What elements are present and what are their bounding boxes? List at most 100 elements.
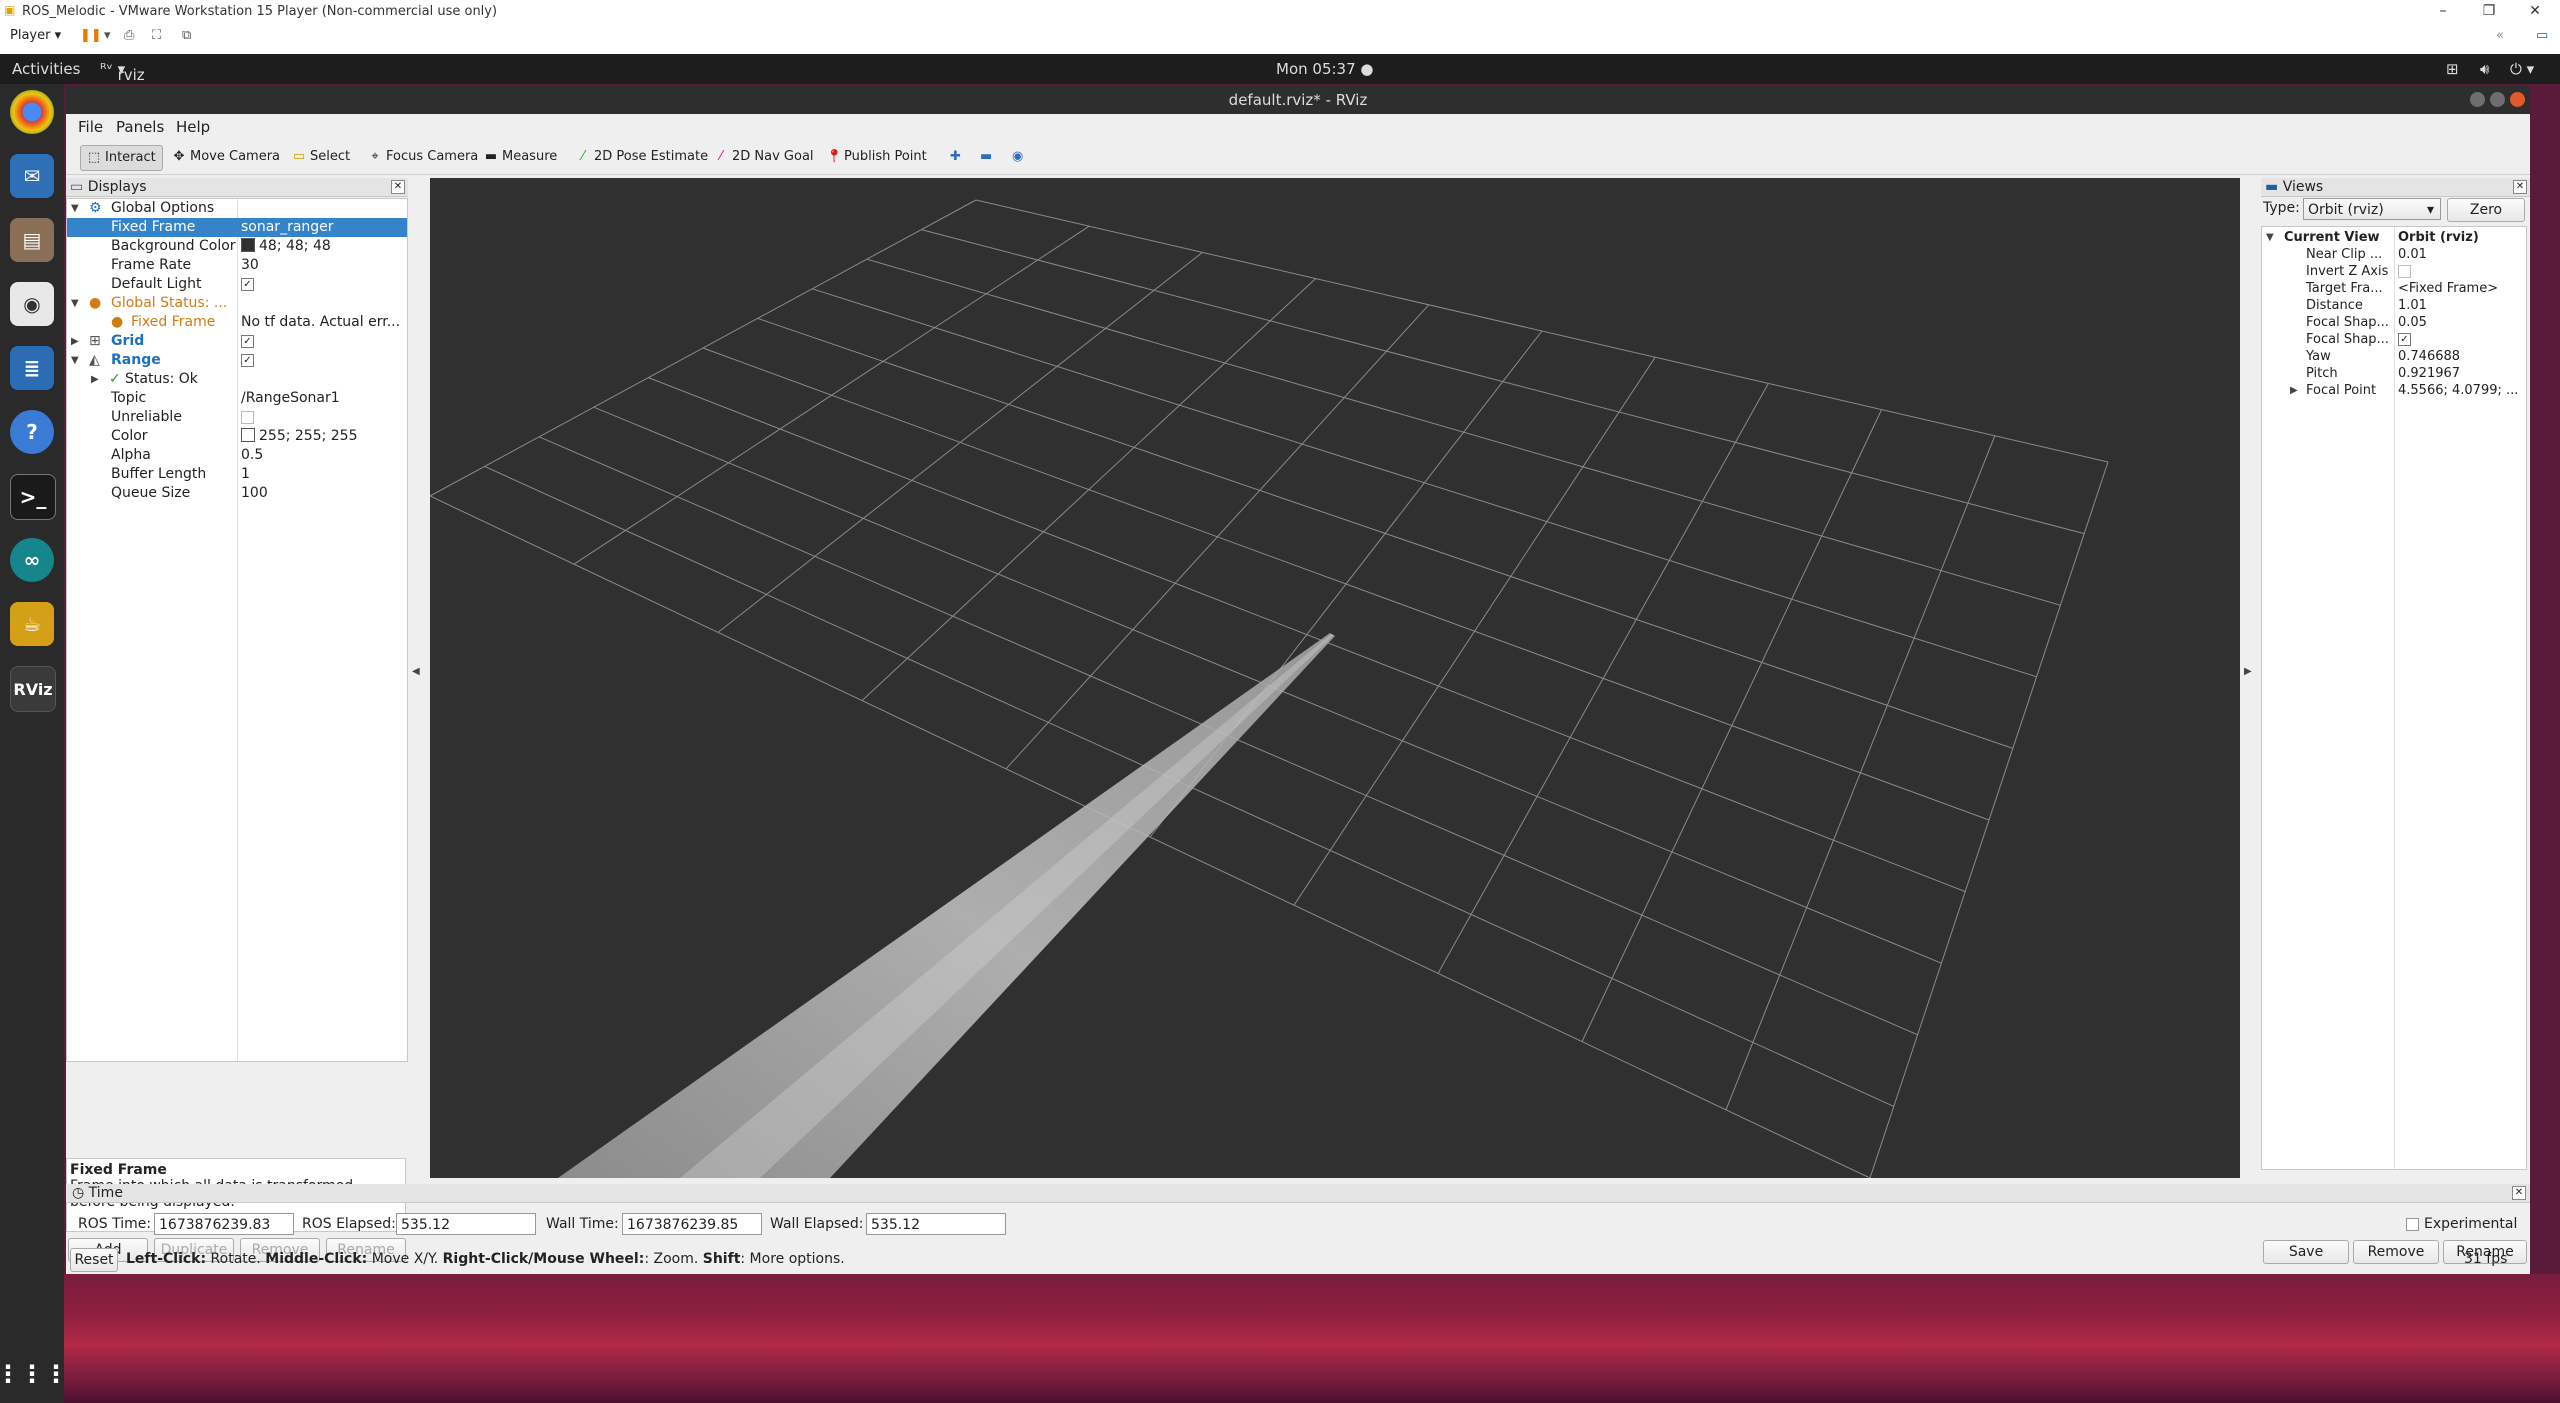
row-value[interactable]: 48; 48; 48 — [241, 237, 403, 256]
pause-dropdown-icon[interactable]: ▾ — [104, 28, 111, 43]
unreliable-checkbox[interactable] — [241, 411, 254, 424]
send-keys-icon[interactable]: ⎙ — [124, 28, 134, 43]
power-icon[interactable]: ⏻ ▾ — [2510, 60, 2534, 78]
show-apps-icon[interactable]: ⋮⋮⋮ — [0, 1352, 68, 1396]
row-value[interactable]: 1.01 — [2398, 297, 2524, 314]
app-menu[interactable]: ᴿᵛ rviz ▾ — [100, 60, 145, 84]
view-row-focal-shape-fixed[interactable]: Focal Shap... ✓ — [2262, 331, 2526, 348]
menu-file[interactable]: File — [78, 118, 103, 136]
expand-down-icon[interactable]: ▼ — [71, 351, 79, 370]
pause-icon[interactable]: ❚❚ — [80, 28, 102, 43]
add-tool-icon[interactable]: ✚ — [944, 145, 967, 169]
chrome-icon[interactable] — [10, 90, 54, 134]
row-value[interactable]: 100 — [241, 484, 403, 503]
tree-row-global-status[interactable]: ▼ ● Global Status: ... — [67, 294, 407, 313]
view-row-target-frame[interactable]: Target Fra... <Fixed Frame> — [2262, 280, 2526, 297]
rhythmbox-icon[interactable]: ◉ — [10, 282, 54, 326]
displays-close-icon[interactable]: ✕ — [391, 180, 405, 194]
network-icon[interactable]: ⊞ — [2446, 60, 2459, 78]
expand-down-icon[interactable]: ▼ — [71, 294, 79, 313]
tree-row-default-light[interactable]: Default Light ✓ — [67, 275, 407, 294]
row-value[interactable]: 0.5 — [241, 446, 403, 465]
wall-elapsed-field[interactable]: 535.12 — [866, 1213, 1006, 1235]
host-minimize-button[interactable]: – — [2420, 0, 2466, 22]
tree-row-grid[interactable]: ▶ ⊞ Grid ✓ — [67, 332, 407, 351]
arduino-icon[interactable]: ∞ — [10, 538, 54, 582]
view-row-near-clip[interactable]: Near Clip ... 0.01 — [2262, 246, 2526, 263]
view-row-focal-shape-size[interactable]: Focal Shap... 0.05 — [2262, 314, 2526, 331]
teapot-icon[interactable]: ☕ — [10, 602, 54, 646]
tree-row-topic[interactable]: Topic /RangeSonar1 — [67, 389, 407, 408]
tree-row-fixed-frame-status[interactable]: ● Fixed Frame No tf data. Actual err... — [67, 313, 407, 332]
tool-properties-icon[interactable]: ◉ — [1006, 145, 1029, 169]
select-tool[interactable]: ▭ Select — [286, 145, 356, 169]
tree-row-queue-size[interactable]: Queue Size 100 — [67, 484, 407, 503]
expand-right-icon[interactable]: ▶ — [2290, 382, 2298, 399]
default-light-checkbox[interactable]: ✓ — [241, 278, 254, 291]
row-value[interactable]: 255; 255; 255 — [241, 427, 403, 446]
views-close-icon[interactable]: ✕ — [2513, 180, 2527, 194]
tree-row-color[interactable]: Color 255; 255; 255 — [67, 427, 407, 446]
unity-icon[interactable]: ⧉ — [182, 28, 191, 43]
expand-right-icon[interactable]: ▶ — [71, 332, 79, 351]
fullscreen-icon[interactable]: ⛶ — [152, 28, 161, 43]
tree-row-background-color[interactable]: Background Color 48; 48; 48 — [67, 237, 407, 256]
focus-camera-tool[interactable]: ⌖ Focus Camera — [362, 145, 484, 169]
expand-down-icon[interactable]: ▼ — [71, 199, 79, 218]
rviz-maximize-button[interactable] — [2490, 92, 2505, 107]
rviz-icon[interactable]: RViz — [10, 666, 56, 712]
player-menu[interactable]: Player ▾ — [10, 28, 61, 43]
view-row-focal-point[interactable]: ▶ Focal Point 4.5566; 4.0799; ... — [2262, 382, 2526, 399]
clock[interactable]: Mon 05:37 ● — [1276, 60, 1373, 78]
row-value[interactable]: 0.01 — [2398, 246, 2524, 263]
row-value[interactable]: 4.5566; 4.0799; ... — [2398, 382, 2524, 399]
message-icon[interactable]: ▭ — [2536, 28, 2548, 43]
host-close-button[interactable]: ✕ — [2512, 0, 2558, 22]
row-value[interactable]: /RangeSonar1 — [241, 389, 403, 408]
help-icon[interactable]: ? — [10, 410, 54, 454]
activities-button[interactable]: Activities — [12, 60, 80, 78]
ros-time-field[interactable]: 1673876239.83 — [154, 1213, 294, 1235]
row-value[interactable]: sonar_ranger — [241, 218, 403, 237]
view-row-distance[interactable]: Distance 1.01 — [2262, 297, 2526, 314]
invert-z-checkbox[interactable] — [2398, 265, 2411, 278]
view-row-pitch[interactable]: Pitch 0.921967 — [2262, 365, 2526, 382]
menu-panels[interactable]: Panels — [116, 118, 164, 136]
collapse-right-icon[interactable]: ▶ — [2244, 666, 2252, 677]
row-value[interactable]: 1 — [241, 465, 403, 484]
pose-estimate-tool[interactable]: ⁄ 2D Pose Estimate — [570, 145, 714, 169]
tree-row-unreliable[interactable]: Unreliable — [67, 408, 407, 427]
collapse-icon[interactable]: « — [2496, 28, 2504, 43]
volume-icon[interactable]: 🔊︎ — [2480, 60, 2489, 78]
tree-row-global-options[interactable]: ▼ ⚙ Global Options — [67, 199, 407, 218]
measure-tool[interactable]: ▬ Measure — [478, 145, 563, 169]
reset-button[interactable]: Reset — [70, 1248, 118, 1272]
tree-row-fixed-frame[interactable]: Fixed Frame sonar_ranger — [67, 218, 407, 237]
tree-row-frame-rate[interactable]: Frame Rate 30 — [67, 256, 407, 275]
interact-tool[interactable]: ⬚ Interact — [80, 145, 163, 171]
row-value[interactable]: 30 — [241, 256, 403, 275]
time-close-icon[interactable]: ✕ — [2512, 1186, 2526, 1200]
rviz-minimize-button[interactable] — [2470, 92, 2485, 107]
terminal-icon[interactable]: >_ — [10, 474, 56, 520]
host-maximize-button[interactable]: ❐ — [2466, 0, 2512, 22]
collapse-left-icon[interactable]: ◀ — [412, 666, 420, 677]
zero-button[interactable]: Zero — [2447, 198, 2525, 222]
tree-row-buffer-length[interactable]: Buffer Length 1 — [67, 465, 407, 484]
menu-help[interactable]: Help — [176, 118, 210, 136]
row-value[interactable]: 0.921967 — [2398, 365, 2524, 382]
thunderbird-icon[interactable]: ✉ — [10, 154, 54, 198]
files-icon[interactable]: ▤ — [10, 218, 54, 262]
row-value[interactable]: 0.746688 — [2398, 348, 2524, 365]
render-viewport[interactable] — [429, 178, 2240, 1179]
nav-goal-tool[interactable]: ⁄ 2D Nav Goal — [708, 145, 820, 169]
move-camera-tool[interactable]: ✥ Move Camera — [166, 145, 286, 169]
tree-row-status-ok[interactable]: ▶ ✓ Status: Ok — [67, 370, 407, 389]
range-checkbox[interactable]: ✓ — [241, 354, 254, 367]
remove-tool-icon[interactable]: ▬ — [974, 145, 998, 169]
tree-row-range[interactable]: ▼ ◭ Range ✓ — [67, 351, 407, 370]
tree-row-alpha[interactable]: Alpha 0.5 — [67, 446, 407, 465]
wall-time-field[interactable]: 1673876239.85 — [622, 1213, 762, 1235]
experimental-checkbox[interactable] — [2406, 1218, 2419, 1231]
expand-down-icon[interactable]: ▼ — [2266, 229, 2274, 246]
